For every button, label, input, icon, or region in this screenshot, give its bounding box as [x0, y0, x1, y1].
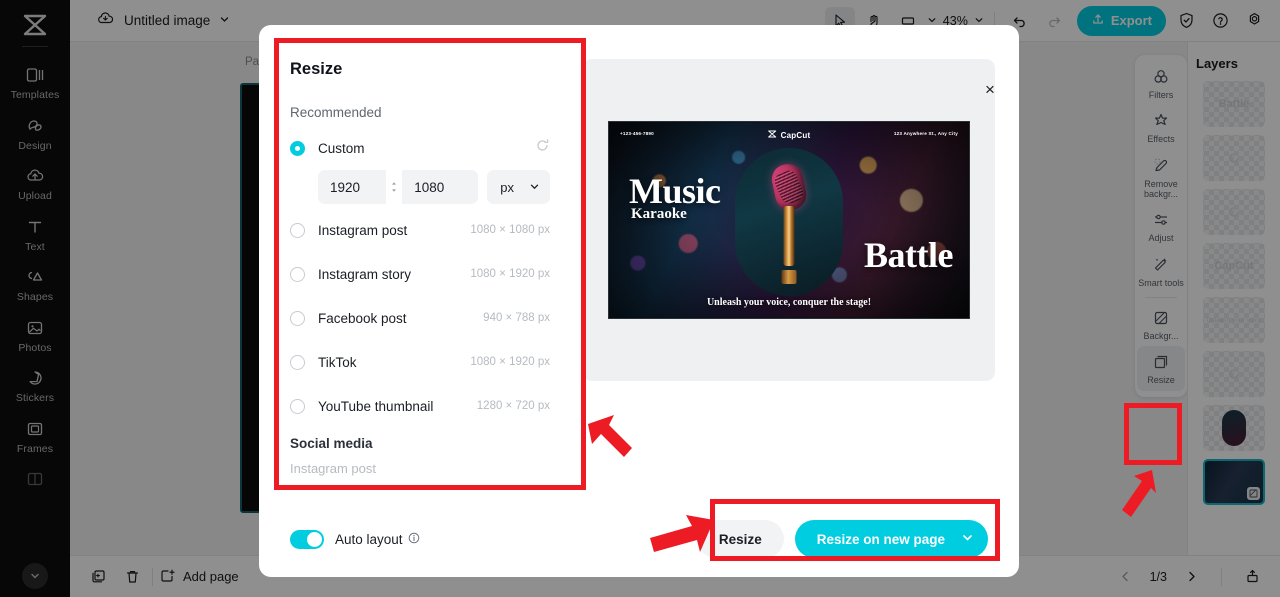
resize-on-new-page-label: Resize on new page	[816, 531, 945, 547]
auto-layout-toggle[interactable]: Auto layout	[290, 529, 420, 549]
option-label: Instagram story	[318, 266, 412, 282]
preview-container: +123-456-7890 CapCut 123 Anywhere St., A…	[583, 59, 995, 381]
option-label: Custom	[318, 140, 365, 156]
option-tiktok[interactable]: TikTok 1080 × 1920 px	[290, 346, 550, 378]
radio-youtube-thumbnail[interactable]	[290, 398, 305, 414]
option-label: Facebook post	[318, 310, 407, 326]
poster-brand-label: CapCut	[780, 130, 811, 140]
unit-value: px	[500, 179, 514, 195]
capcut-logo-icon	[768, 130, 777, 140]
custom-size-row: 1920 1080 px	[318, 170, 550, 204]
social-media-section-title: Social media	[290, 436, 373, 451]
chevron-down-icon	[529, 180, 540, 195]
dialog-body: Resize Recommended Custom 1920 1080 px I…	[259, 42, 1019, 512]
recommended-section-title: Recommended	[290, 105, 382, 120]
poster-preview: +123-456-7890 CapCut 123 Anywhere St., A…	[608, 121, 970, 319]
option-dimensions: 1080 × 1920 px	[470, 268, 550, 280]
option-instagram-post[interactable]: Instagram post 1080 × 1080 px	[290, 214, 550, 246]
poster-headline-2: Battle	[864, 235, 953, 275]
option-dimensions: 1280 × 720 px	[476, 400, 550, 412]
radio-custom[interactable]	[290, 140, 305, 156]
resize-button[interactable]: Resize	[696, 520, 784, 558]
auto-layout-label: Auto layout	[335, 532, 420, 547]
option-dimensions: 940 × 788 px	[483, 312, 550, 324]
unit-select[interactable]: px	[487, 170, 550, 204]
option-custom[interactable]: Custom	[290, 132, 550, 164]
mic-head	[769, 161, 809, 213]
microphone-illustration	[769, 161, 809, 284]
poster-address: 123 Anywhere St., Any City	[893, 131, 958, 136]
social-item-instagram-post[interactable]: Instagram post	[290, 461, 550, 476]
poster-subhead: Karaoke	[631, 206, 687, 222]
option-facebook-post[interactable]: Facebook post 940 × 788 px	[290, 302, 550, 334]
option-label: YouTube thumbnail	[318, 398, 434, 414]
radio-instagram-story[interactable]	[290, 266, 305, 282]
option-instagram-story[interactable]: Instagram story 1080 × 1920 px	[290, 258, 550, 290]
info-icon[interactable]	[408, 532, 420, 547]
radio-tiktok[interactable]	[290, 354, 305, 370]
radio-instagram-post[interactable]	[290, 222, 305, 238]
option-dimensions: 1080 × 1920 px	[470, 356, 550, 368]
dialog-title: Resize	[290, 60, 343, 78]
poster-tagline: Unleash your voice, conquer the stage!	[706, 297, 872, 308]
chevron-down-icon[interactable]	[961, 531, 974, 547]
reset-icon[interactable]	[535, 138, 550, 158]
dialog-footer: Auto layout Resize Resize on new page	[259, 501, 1019, 577]
radio-facebook-post[interactable]	[290, 310, 305, 326]
auto-layout-text: Auto layout	[335, 531, 403, 547]
option-label: Instagram post	[318, 222, 408, 238]
resize-dialog: × Resize Recommended Custom 1920 1080 px	[259, 25, 1019, 577]
swap-dimensions-icon[interactable]	[386, 172, 403, 202]
poster-phone: +123-456-7890	[620, 131, 654, 136]
mic-base	[781, 270, 797, 284]
mic-body	[783, 206, 795, 266]
mic-grill	[771, 167, 807, 207]
resize-options-panel: Resize Recommended Custom 1920 1080 px I…	[259, 42, 572, 512]
height-input[interactable]: 1080	[402, 170, 479, 204]
width-input[interactable]: 1920	[318, 170, 387, 204]
toggle-switch[interactable]	[290, 529, 324, 549]
poster-oval-mask	[735, 148, 843, 296]
poster-brand: CapCut	[768, 130, 811, 140]
option-dimensions: 1080 × 1080 px	[470, 224, 550, 236]
footer-actions: Resize Resize on new page	[696, 520, 988, 558]
option-label: TikTok	[318, 354, 357, 370]
option-youtube-thumbnail[interactable]: YouTube thumbnail 1280 × 720 px	[290, 390, 550, 422]
resize-on-new-page-button[interactable]: Resize on new page	[794, 520, 988, 558]
preview-panel: +123-456-7890 CapCut 123 Anywhere St., A…	[572, 42, 1019, 512]
close-icon[interactable]: ×	[977, 77, 1003, 103]
